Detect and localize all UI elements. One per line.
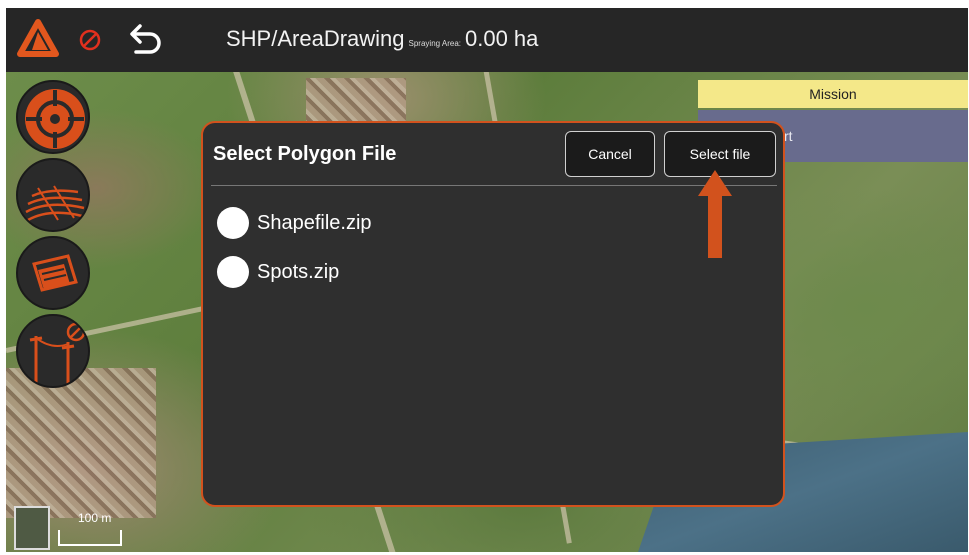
power-line-tool-button[interactable]	[16, 314, 90, 388]
minimap-thumbnail[interactable]	[14, 506, 50, 550]
page-title-text: SHP/AreaDrawing	[226, 26, 405, 51]
back-arrow-icon[interactable]	[124, 22, 164, 58]
spraying-area-value: 0.00 ha	[465, 26, 539, 51]
field-rows-tool-button[interactable]	[16, 158, 90, 232]
no-fly-icon[interactable]	[78, 28, 102, 52]
target-tool-button[interactable]	[16, 80, 90, 154]
layers-tool-button[interactable]	[16, 236, 90, 310]
top-bar: SHP/AreaDrawing Spraying Area: 0.00 ha	[6, 8, 968, 72]
spraying-area-label: Spraying Area:	[408, 39, 461, 48]
cancel-button[interactable]: Cancel	[565, 131, 655, 177]
file-option-spots[interactable]: Spots.zip	[217, 256, 339, 288]
dialog-divider	[211, 185, 777, 186]
app-logo-icon	[16, 18, 60, 62]
up-arrow-icon	[698, 170, 732, 258]
radio-button[interactable]	[217, 207, 249, 239]
file-option-label: Spots.zip	[257, 260, 340, 283]
radio-button[interactable]	[217, 256, 249, 288]
page-title: SHP/AreaDrawing Spraying Area: 0.00 ha	[226, 26, 538, 52]
file-option-label: Shapefile.zip	[257, 211, 372, 234]
mission-tab[interactable]: Mission	[698, 80, 968, 108]
scale-label: 100 m	[78, 511, 112, 525]
file-option-shapefile[interactable]: Shapefile.zip	[217, 207, 372, 239]
scale-bar	[58, 530, 122, 546]
map-town-area	[6, 368, 156, 518]
dialog-title: Select Polygon File	[213, 143, 397, 165]
